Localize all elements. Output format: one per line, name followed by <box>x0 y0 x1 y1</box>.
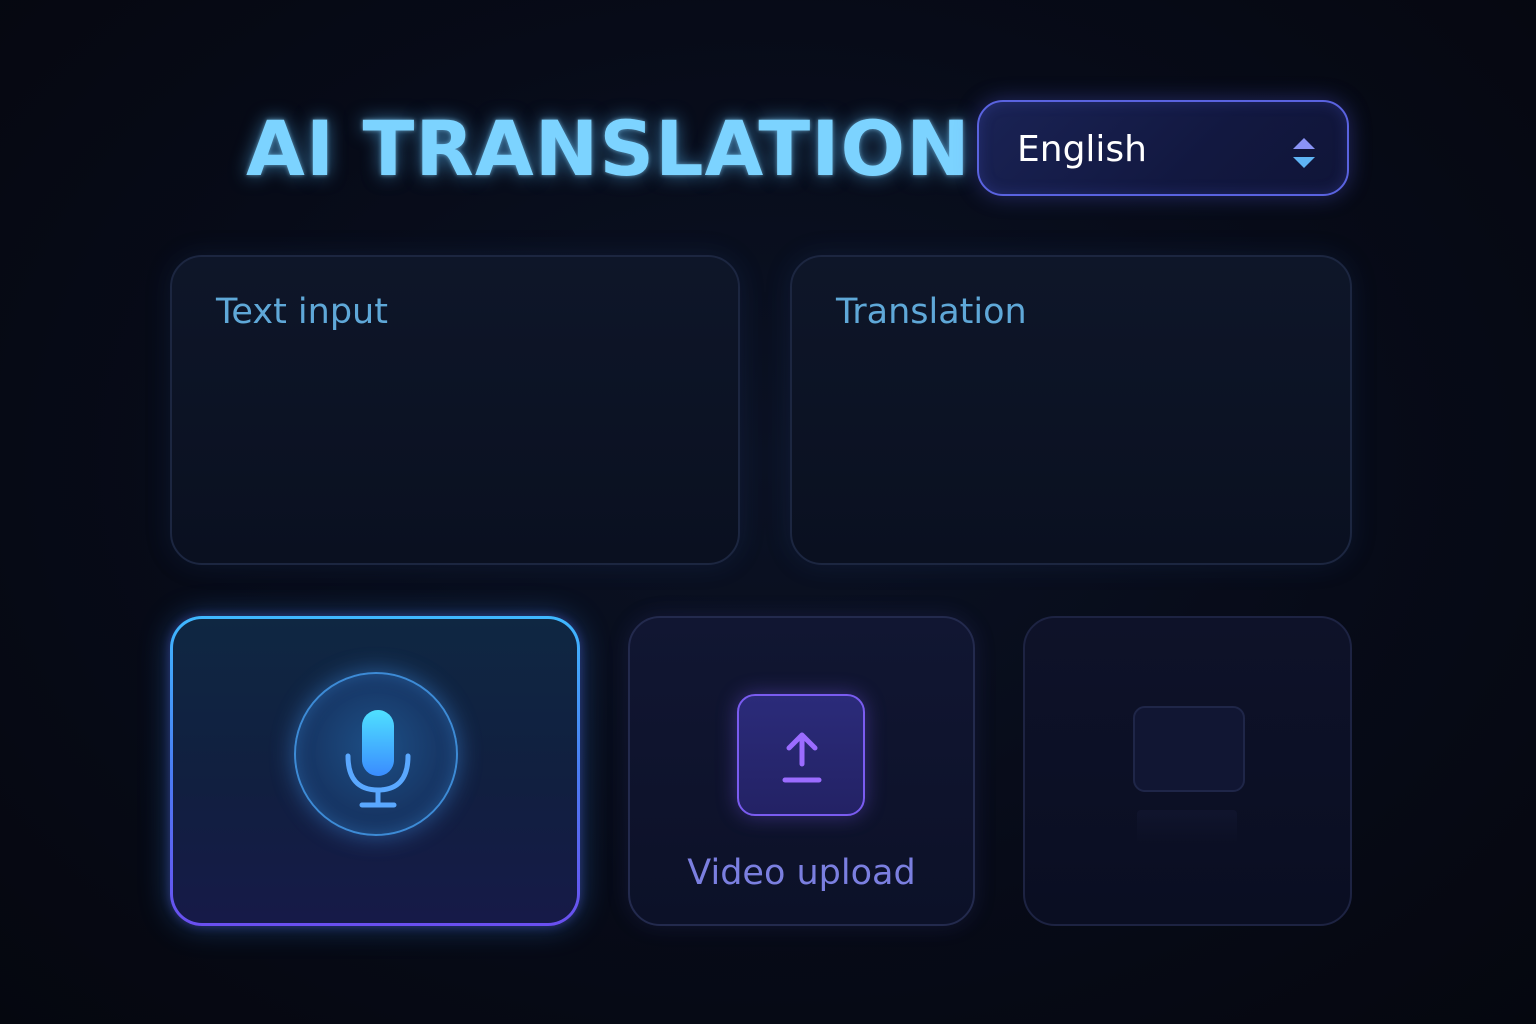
translation-output-placeholder: Translation <box>836 292 1027 332</box>
video-upload-label: Video upload <box>687 853 916 893</box>
voice-input-button[interactable] <box>170 616 580 926</box>
blank-frame-reflection <box>1137 810 1237 844</box>
language-select-value: English <box>1017 129 1147 170</box>
microphone-icon <box>345 710 411 808</box>
page-title: AI TRANSLATION <box>246 104 971 193</box>
upload-icon-box <box>737 694 865 816</box>
app-window: AI TRANSLATION English Text input Transl… <box>0 0 1536 1024</box>
blank-frame-icon <box>1133 706 1245 792</box>
sort-arrows-icon <box>1293 138 1315 168</box>
translation-output-area: Translation <box>790 255 1352 565</box>
microphone-button[interactable] <box>294 672 458 836</box>
text-input-placeholder: Text input <box>216 292 388 332</box>
language-select[interactable]: English <box>977 100 1349 196</box>
placeholder-tile[interactable] <box>1023 616 1352 926</box>
text-input-area[interactable]: Text input <box>170 255 740 565</box>
upload-icon <box>782 732 822 783</box>
video-upload-button[interactable]: Video upload <box>628 616 975 926</box>
